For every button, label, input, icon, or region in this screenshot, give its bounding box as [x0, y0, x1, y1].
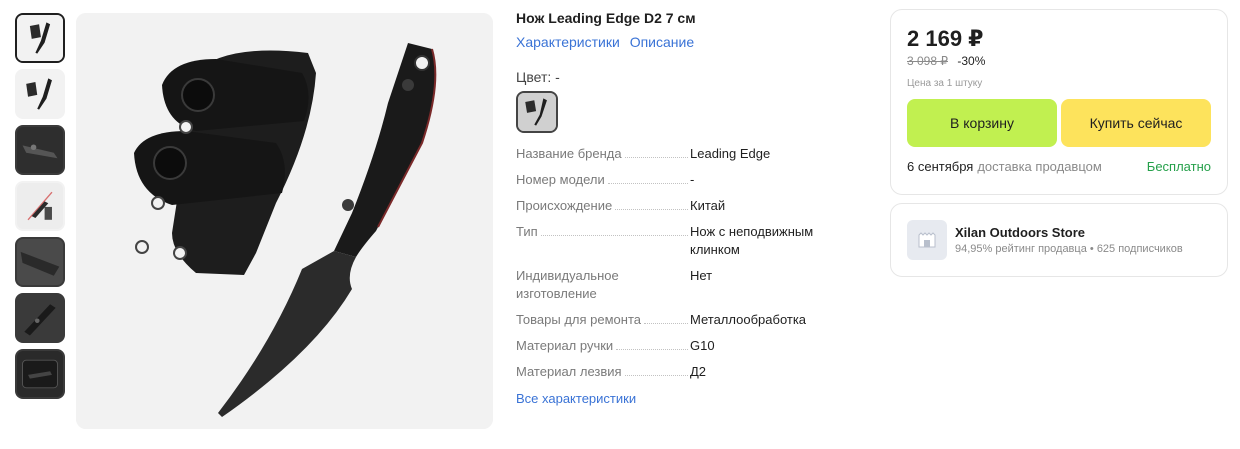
- knife-closeup-icon: [17, 127, 63, 173]
- color-swatch[interactable]: [516, 91, 558, 133]
- spec-value: Нет: [690, 268, 713, 283]
- color-label: Цвет: -: [516, 69, 560, 85]
- spec-value: G10: [690, 338, 715, 353]
- spec-value: Д2: [690, 364, 707, 379]
- product-title: Нож Leading Edge D2 7 см: [516, 10, 696, 26]
- current-price: 2 169 ₽: [907, 26, 984, 51]
- spec-name: Индивидуальное изготовление: [516, 267, 688, 303]
- spec-row: Товары для ремонта Металлообработка: [516, 311, 856, 329]
- knife-size-icon: [17, 183, 63, 229]
- spec-row: Тип Нож с неподвижным клинком: [516, 223, 856, 259]
- product-info: Нож Leading Edge D2 7 см Характеристики …: [516, 10, 856, 408]
- store-logo-icon: [907, 220, 947, 260]
- spec-row: Индивидуальное изготовление Нет: [516, 267, 856, 303]
- thumbnail-1[interactable]: [15, 13, 65, 63]
- spec-name: Тип: [516, 223, 541, 259]
- spec-name: Товары для ремонта: [516, 311, 644, 329]
- spec-row: Происхождение Китай: [516, 197, 856, 215]
- add-to-cart-button[interactable]: В корзину: [907, 99, 1057, 147]
- delivery-info: 6 сентября доставка продавцом Бесплатно: [907, 159, 1211, 175]
- store-card[interactable]: Xilan Outdoors Store 94,95% рейтинг прод…: [890, 203, 1228, 277]
- old-price: 3 098 ₽: [907, 54, 948, 68]
- knife-with-sheath-icon: [17, 15, 63, 61]
- spec-value: -: [690, 172, 695, 187]
- delivery-method: доставка продавцом: [977, 159, 1102, 174]
- spec-value: Китай: [690, 198, 726, 213]
- spec-value: Металлообработка: [690, 312, 807, 327]
- link-characteristics[interactable]: Характеристики: [516, 34, 620, 50]
- product-page: Нож Leading Edge D2 7 см Характеристики …: [0, 0, 1240, 449]
- buy-box: 2 169 ₽ 3 098 ₽ -30% Цена за 1 штуку В к…: [890, 9, 1228, 195]
- knife-and-sheath-illustration: [76, 13, 493, 429]
- handle-closeup-icon: [17, 295, 63, 341]
- spec-name: Название бренда: [516, 145, 625, 163]
- blade-closeup-icon: [17, 239, 63, 285]
- meta-separator: •: [1089, 243, 1097, 255]
- thumbnail-6[interactable]: [15, 293, 65, 343]
- store-subscribers: 625 подписчиков: [1096, 243, 1183, 255]
- buy-buttons: В корзину Купить сейчас: [907, 99, 1211, 147]
- spec-value: Leading Edge: [690, 146, 771, 161]
- spec-row: Название бренда Leading Edge: [516, 145, 856, 163]
- spec-name: Материал ручки: [516, 337, 617, 355]
- thumbnail-strip: [13, 13, 67, 405]
- store-details: Xilan Outdoors Store 94,95% рейтинг прод…: [955, 225, 1183, 255]
- knife-box-icon: [17, 351, 63, 397]
- main-product-image[interactable]: [76, 13, 493, 429]
- price-per-unit: Цена за 1 штуку: [907, 78, 983, 89]
- discount-badge: -30%: [957, 54, 986, 68]
- store-meta: 94,95% рейтинг продавца • 625 подписчико…: [955, 243, 1183, 255]
- old-price-row: 3 098 ₽ -30%: [907, 54, 1211, 68]
- knife-swatch-icon: [518, 93, 556, 131]
- delivery-cost: Бесплатно: [1146, 159, 1211, 174]
- spec-name: Происхождение: [516, 197, 616, 215]
- thumbnail-3[interactable]: [15, 125, 65, 175]
- store-rating: 94,95% рейтинг продавца: [955, 243, 1087, 255]
- buy-now-button[interactable]: Купить сейчас: [1061, 99, 1211, 147]
- delivery-date: 6 сентября: [907, 159, 974, 174]
- spec-list: Название бренда Leading Edge Номер модел…: [516, 145, 856, 381]
- spec-value: Нож с неподвижным клинком: [690, 224, 814, 257]
- knife-icon: [17, 71, 63, 117]
- thumbnail-4[interactable]: [15, 181, 65, 231]
- thumbnail-7[interactable]: [15, 349, 65, 399]
- spec-row: Материал лезвия Д2: [516, 363, 856, 381]
- spec-row: Номер модели -: [516, 171, 856, 189]
- thumbnail-5[interactable]: [15, 237, 65, 287]
- spec-name: Материал лезвия: [516, 363, 625, 381]
- info-links: Характеристики Описание: [516, 33, 856, 51]
- all-specs-link[interactable]: Все характеристики: [516, 391, 636, 406]
- spec-name: Номер модели: [516, 171, 608, 189]
- thumbnail-2[interactable]: [15, 69, 65, 119]
- link-description[interactable]: Описание: [630, 34, 694, 50]
- spec-row: Материал ручки G10: [516, 337, 856, 355]
- store-name: Xilan Outdoors Store: [955, 225, 1086, 240]
